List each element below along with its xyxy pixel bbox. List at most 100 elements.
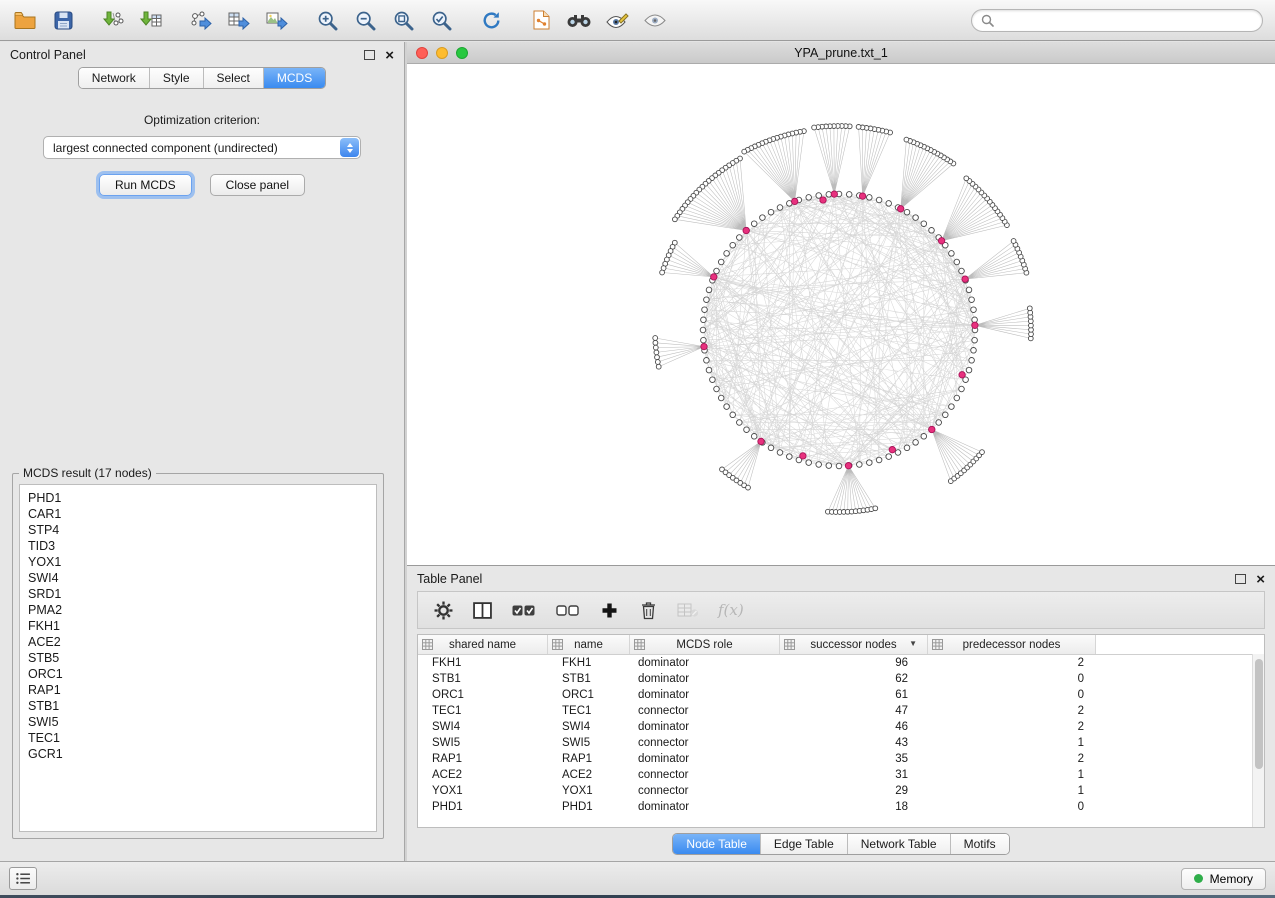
table-row[interactable]: ACE2ACE2connector311 [418,767,1264,783]
graph-hub-node[interactable] [959,372,965,378]
graph-node[interactable] [760,215,766,221]
window-zoom-button[interactable] [456,47,468,59]
search-input[interactable] [999,12,1253,28]
graph-node[interactable] [886,201,892,207]
graph-hub-node[interactable] [972,322,978,328]
graph-hub-node[interactable] [889,447,895,453]
criterion-select[interactable]: largest connected component (undirected) [43,136,361,159]
graph-node[interactable] [954,259,960,265]
table-tab-motifs[interactable]: Motifs [951,834,1009,854]
mcds-node-item[interactable]: PMA2 [28,602,368,618]
graph-node[interactable] [921,434,927,440]
graph-leaf-node[interactable] [655,360,660,365]
graph-node[interactable] [876,457,882,463]
graph-node[interactable] [949,404,955,410]
graph-node[interactable] [718,395,724,401]
graph-node[interactable] [706,367,712,373]
mcds-node-item[interactable]: STB1 [28,698,368,714]
table-row[interactable]: SWI5SWI5connector431 [418,735,1264,751]
graph-node[interactable] [966,287,972,293]
clear-selection-button[interactable] [555,603,580,618]
graph-node[interactable] [846,192,852,198]
mcds-node-item[interactable]: RAP1 [28,682,368,698]
mcds-node-item[interactable]: FKH1 [28,618,368,634]
graph-node[interactable] [929,228,935,234]
graph-node[interactable] [972,337,978,343]
graph-leaf-node[interactable] [1011,239,1016,244]
column-header-shared-name[interactable]: shared name [418,635,548,654]
zoom-selected-button[interactable] [428,7,454,33]
graph-node[interactable] [959,386,965,392]
graph-leaf-node[interactable] [673,217,678,222]
graph-node[interactable] [806,195,812,201]
mcds-node-item[interactable]: ORC1 [28,666,368,682]
graph-leaf-node[interactable] [746,485,751,490]
export-table-button[interactable] [226,7,252,33]
graph-node[interactable] [706,287,712,293]
graph-hub-node[interactable] [743,227,749,233]
graph-node[interactable] [816,462,822,468]
mcds-node-item[interactable]: STP4 [28,522,368,538]
window-close-button[interactable] [416,47,428,59]
graph-node[interactable] [787,454,793,460]
graph-hub-node[interactable] [711,274,717,280]
mcds-node-item[interactable]: STB5 [28,650,368,666]
graph-node[interactable] [704,358,710,364]
graph-node[interactable] [936,420,942,426]
graph-leaf-node[interactable] [660,270,665,275]
zoom-fit-content-button[interactable] [390,7,416,33]
graph-hub-node[interactable] [800,453,806,459]
graph-node[interactable] [826,463,832,469]
graph-hub-node[interactable] [898,206,904,212]
table-row[interactable]: SWI4SWI4dominator462 [418,719,1264,735]
graph-node[interactable] [702,307,708,313]
graph-node[interactable] [959,268,965,274]
graph-node[interactable] [913,215,919,221]
mcds-node-item[interactable]: GCR1 [28,746,368,762]
graph-node[interactable] [737,420,743,426]
clone-network-button[interactable] [528,7,554,33]
graph-node[interactable] [777,205,783,211]
mcds-node-item[interactable]: SRD1 [28,586,368,602]
table-row[interactable]: YOX1YOX1connector291 [418,783,1264,799]
graph-leaf-node[interactable] [656,364,661,369]
graph-hub-node[interactable] [831,191,837,197]
apply-preferred-layout-button[interactable] [478,7,504,33]
graph-leaf-node[interactable] [653,340,658,345]
graph-node[interactable] [836,463,842,469]
toggle-graphics-details-button[interactable] [604,7,630,33]
graph-node[interactable] [904,209,910,215]
show-hide-columns-button[interactable] [472,602,492,619]
graph-node[interactable] [966,367,972,373]
column-header-mcds-role[interactable]: MCDS role [630,635,780,654]
table-row[interactable]: FKH1FKH1dominator962 [418,655,1264,671]
graph-node[interactable] [857,462,863,468]
graph-leaf-node[interactable] [1027,306,1032,311]
graph-node[interactable] [718,259,724,265]
zoom-in-button[interactable] [314,7,340,33]
column-header-name[interactable]: name [548,635,630,654]
export-network-button[interactable] [188,7,214,33]
graph-hub-node[interactable] [859,193,865,199]
graph-leaf-node[interactable] [873,506,878,511]
table-row[interactable]: TEC1TEC1connector472 [418,703,1264,719]
mcds-node-item[interactable]: CAR1 [28,506,368,522]
graph-leaf-node[interactable] [653,345,658,350]
graph-node[interactable] [730,412,736,418]
graph-node[interactable] [701,337,707,343]
graph-node[interactable] [751,434,757,440]
status-list-icon[interactable] [9,867,37,890]
graph-leaf-node[interactable] [742,149,747,154]
graph-node[interactable] [768,445,774,451]
graph-node[interactable] [768,209,774,215]
close-panel-icon[interactable]: × [385,50,394,61]
graph-node[interactable] [714,268,720,274]
graph-leaf-node[interactable] [964,176,969,181]
mcds-node-item[interactable]: SWI4 [28,570,368,586]
graph-leaf-node[interactable] [980,450,985,455]
column-header-predecessor-nodes[interactable]: predecessor nodes [928,635,1096,654]
graph-node[interactable] [737,235,743,241]
export-image-button[interactable] [264,7,290,33]
graph-node[interactable] [971,307,977,313]
graph-node[interactable] [904,445,910,451]
